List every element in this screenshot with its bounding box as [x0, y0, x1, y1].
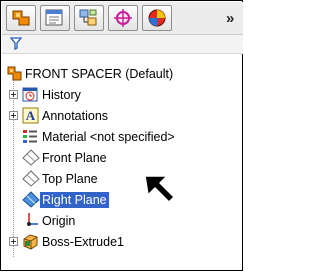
tree-item-label-selected: Right Plane — [40, 192, 109, 208]
plane-icon — [22, 149, 40, 166]
tree-item-front-plane[interactable]: Front Plane — [2, 148, 243, 168]
feature-tree: FRONT SPACER (Default) History A Annotat… — [2, 54, 243, 271]
tree-item-top-plane[interactable]: Top Plane — [2, 169, 243, 189]
tab-dimxpert-manager[interactable] — [108, 5, 138, 31]
filter-bar — [2, 35, 243, 54]
property-manager-icon — [45, 9, 63, 26]
annotations-icon: A — [22, 107, 39, 124]
origin-icon — [27, 213, 38, 226]
tab-configuration-manager[interactable] — [74, 5, 104, 31]
configuration-manager-icon — [79, 9, 97, 26]
feature-manager-panel: » FRONT SPACER (Default) History A Annot… — [0, 0, 243, 271]
tree-item-label: Origin — [42, 214, 76, 228]
tree-item-label: Top Plane — [42, 172, 98, 186]
tree-item-annotations[interactable]: A Annotations — [2, 106, 243, 126]
toolbar-overflow-chevron[interactable]: » — [226, 10, 234, 27]
expand-toggle[interactable] — [9, 90, 18, 99]
display-manager-icon — [148, 9, 166, 27]
history-icon — [22, 87, 38, 102]
tree-root-label: FRONT SPACER (Default) — [25, 67, 174, 81]
plane-icon — [22, 191, 40, 208]
tree-item-material[interactable]: Material <not specified> — [2, 127, 243, 147]
tree-item-label: Annotations — [42, 109, 109, 123]
tree-item-label: Material <not specified> — [42, 130, 175, 144]
tree-item-label: Front Plane — [42, 151, 107, 165]
tab-display-manager[interactable] — [142, 5, 172, 31]
tree-item-history[interactable]: History — [2, 85, 243, 105]
manager-tabs-toolbar: » — [2, 2, 243, 35]
part-icon — [7, 66, 22, 81]
svg-text:A: A — [26, 108, 36, 123]
tree-item-boss-extrude1[interactable]: Boss-Extrude1 — [2, 232, 243, 252]
dimxpert-manager-icon — [114, 9, 132, 27]
tree-item-origin[interactable]: Origin — [2, 211, 243, 231]
tree-item-label: History — [42, 88, 81, 102]
boss-extrude-icon — [23, 234, 38, 250]
tree-item-label: Boss-Extrude1 — [42, 235, 124, 249]
plane-icon — [22, 170, 40, 187]
filter-icon[interactable] — [10, 37, 22, 50]
expand-toggle[interactable] — [9, 237, 18, 246]
tab-property-manager[interactable] — [40, 5, 70, 31]
material-icon — [23, 130, 37, 143]
tree-root-item[interactable]: FRONT SPACER (Default) — [2, 64, 243, 84]
tab-feature-manager[interactable] — [6, 5, 36, 31]
expand-toggle[interactable] — [9, 111, 18, 120]
tree-item-right-plane[interactable]: Right Plane — [2, 190, 243, 210]
feature-manager-icon — [12, 10, 30, 26]
arrow-cursor-icon — [144, 175, 175, 203]
